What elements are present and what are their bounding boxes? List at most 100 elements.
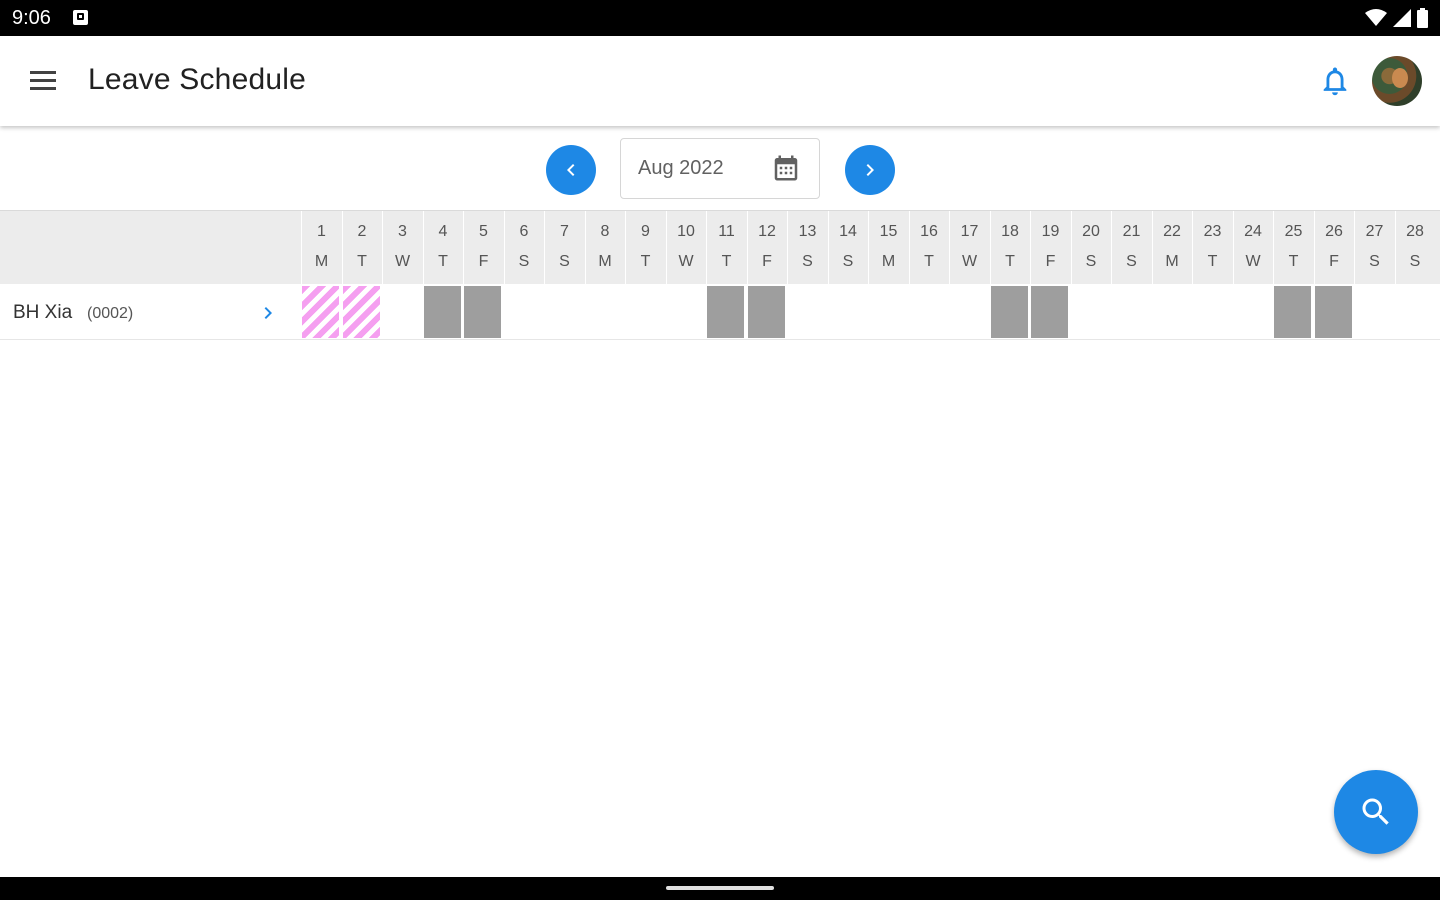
day-of-week: T — [924, 253, 934, 270]
day-of-week: T — [721, 253, 732, 270]
chevron-right-icon — [866, 164, 874, 176]
day-of-week: S — [1085, 253, 1097, 270]
status-bar: 9:06 — [0, 0, 1440, 36]
day-number: 2 — [357, 223, 367, 240]
day-number: 5 — [479, 223, 488, 240]
day-number: 10 — [677, 223, 695, 240]
day-number: 23 — [1203, 223, 1222, 240]
search-button[interactable] — [1334, 770, 1418, 854]
day-of-week: M — [598, 253, 612, 270]
day-of-week: S — [518, 253, 530, 270]
day-number: 6 — [519, 223, 529, 240]
home-handle[interactable] — [666, 886, 774, 890]
day-of-week: F — [478, 253, 489, 270]
off-day-cell[interactable] — [423, 286, 461, 338]
day-number: 8 — [600, 223, 610, 240]
day-column-header: 11 T — [706, 211, 746, 285]
chevron-left-icon — [567, 164, 575, 176]
menu-icon[interactable] — [28, 69, 58, 93]
leave-day-cell[interactable] — [342, 286, 380, 338]
day-column-header: 16 T — [908, 211, 949, 285]
day-of-week: S — [1409, 253, 1421, 270]
day-column-header: 15 M — [868, 211, 908, 285]
day-of-week: M — [881, 253, 896, 270]
day-of-week: S — [559, 253, 570, 270]
day-of-week: T — [438, 253, 448, 270]
day-number: 16 — [920, 223, 938, 240]
day-of-week: M — [314, 253, 329, 270]
leave-day-cell[interactable] — [302, 286, 339, 338]
off-day-cell[interactable] — [1314, 286, 1352, 338]
day-column-header: 24 W — [1232, 211, 1273, 285]
day-number: 26 — [1325, 223, 1343, 240]
off-day-cell[interactable] — [464, 286, 501, 338]
day-column-header: 14 S — [827, 211, 868, 285]
day-number: 7 — [560, 223, 569, 240]
day-column-header: 19 F — [1030, 211, 1070, 285]
day-column-header: 10 W — [665, 211, 706, 285]
day-of-week: W — [394, 253, 411, 270]
day-of-week: M — [1165, 253, 1179, 270]
avatar[interactable] — [1372, 56, 1422, 106]
page-title: Leave Schedule — [88, 63, 306, 96]
day-number: 22 — [1163, 223, 1181, 240]
day-number: 4 — [438, 223, 448, 240]
day-number: 25 — [1284, 223, 1303, 240]
day-number: 15 — [879, 223, 898, 240]
day-of-week: F — [1329, 253, 1339, 270]
day-of-week: S — [1369, 253, 1380, 270]
off-day-cell[interactable] — [707, 286, 744, 338]
day-of-week: T — [1207, 253, 1218, 270]
day-column-header: 4T — [422, 211, 463, 285]
employee-code: (0002) — [87, 305, 134, 322]
day-column-header: 1M — [301, 211, 341, 285]
next-month-button[interactable] — [845, 145, 895, 195]
day-number: 12 — [758, 223, 776, 240]
day-number: 1 — [317, 223, 326, 240]
signal-icon — [1393, 9, 1411, 27]
day-column-header: 7S — [544, 211, 584, 285]
day-of-week: T — [640, 253, 651, 270]
day-number: 11 — [718, 223, 735, 240]
bell-icon[interactable] — [1318, 64, 1352, 98]
day-number: 28 — [1406, 223, 1424, 240]
off-day-cell[interactable] — [990, 286, 1028, 338]
off-day-cell[interactable] — [1274, 286, 1311, 338]
day-column-header: 8M — [584, 211, 625, 285]
month-picker[interactable]: Aug 2022 — [620, 138, 820, 199]
day-column-header: 23 T — [1192, 211, 1232, 285]
day-header-row: 1 M 2 T 3 W 4 T 5 F 6 S 7 S 8 M 9 T 10 W 11 T 12 F 13 S 14 S 15 M 16 T 1… — [0, 210, 1440, 285]
day-number: 9 — [641, 223, 650, 240]
day-number: 14 — [839, 223, 857, 240]
off-day-cell[interactable] — [747, 286, 785, 338]
day-of-week: S — [802, 253, 813, 270]
day-column-header: 3W — [382, 211, 422, 285]
chevron-right-icon[interactable] — [256, 301, 280, 325]
day-column-header: 27 S — [1354, 211, 1394, 285]
day-of-week: F — [762, 253, 772, 270]
day-of-week: S — [1126, 253, 1137, 270]
day-of-week: F — [1045, 253, 1056, 270]
employee-name: BH Xia — [13, 302, 73, 323]
day-column-header: 20 S — [1070, 211, 1111, 285]
employee-row[interactable]: BH Xia (0002) — [0, 284, 1440, 340]
day-number: 21 — [1122, 223, 1141, 240]
day-column-header: 22 M — [1151, 211, 1192, 285]
day-number: 17 — [960, 223, 979, 240]
day-number: 18 — [1001, 223, 1019, 240]
app-bar: Leave Schedule — [0, 36, 1440, 126]
prev-month-button[interactable] — [546, 145, 596, 195]
calendar-icon[interactable] — [771, 153, 801, 183]
day-of-week: W — [1245, 253, 1261, 270]
day-of-week: W — [678, 253, 694, 270]
search-icon — [1362, 798, 1389, 825]
day-number: 24 — [1244, 223, 1262, 240]
day-column-header: 28 S — [1394, 211, 1435, 285]
day-number: 13 — [798, 223, 817, 240]
off-day-cell[interactable] — [1031, 286, 1068, 338]
day-number: 20 — [1082, 223, 1100, 240]
day-column-header: 18 T — [989, 211, 1030, 285]
day-column-header: 21 S — [1111, 211, 1151, 285]
day-column-header: 17 W — [949, 211, 989, 285]
status-time: 9:06 — [12, 7, 51, 29]
